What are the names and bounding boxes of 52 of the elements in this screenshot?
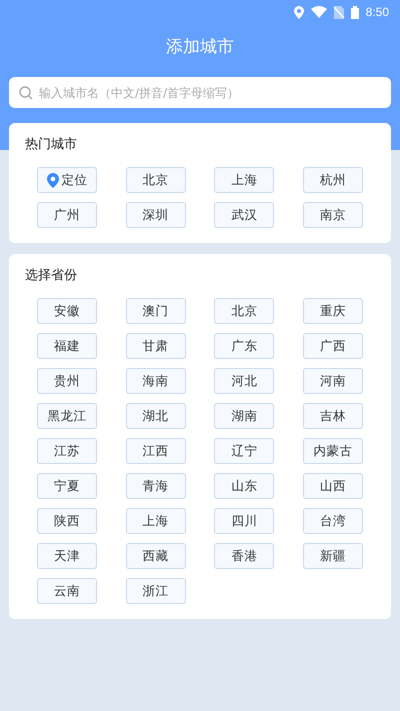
province-button[interactable]: 云南 (37, 578, 97, 604)
location-pin-icon (46, 172, 58, 188)
city-button[interactable]: 武汉 (214, 202, 274, 228)
province-button[interactable]: 北京 (214, 298, 274, 324)
province-button[interactable]: 新疆 (302, 543, 363, 569)
province-button[interactable]: 辽宁 (214, 438, 274, 464)
province-button[interactable]: 广东 (214, 333, 274, 359)
province-button[interactable]: 青海 (126, 473, 186, 499)
province-button[interactable]: 山西 (302, 473, 363, 499)
city-button[interactable]: 北京 (126, 167, 186, 193)
province-button[interactable]: 内蒙古 (302, 438, 363, 464)
page-title: 添加城市 (165, 36, 235, 59)
city-button[interactable]: 上海 (214, 167, 274, 193)
province-button[interactable]: 湖南 (214, 403, 274, 429)
city-button[interactable]: 南京 (302, 202, 363, 228)
province-button[interactable]: 西藏 (126, 543, 186, 569)
province-button[interactable]: 江西 (126, 438, 186, 464)
city-button[interactable]: 深圳 (126, 202, 186, 228)
province-button[interactable]: 四川 (214, 508, 274, 534)
province-button[interactable]: 安徽 (37, 298, 97, 324)
province-button[interactable]: 宁夏 (37, 473, 97, 499)
province-button[interactable]: 河南 (302, 368, 363, 394)
search-field[interactable]: 输入城市名（中文/拼音/首字母缩写） (9, 77, 391, 108)
province-button[interactable]: 福建 (37, 333, 97, 359)
section-heading: 选择省份 (25, 267, 78, 284)
location-icon (294, 6, 304, 18)
province-button[interactable]: 重庆 (302, 298, 363, 324)
city-button[interactable]: 广州 (37, 202, 97, 228)
province-button[interactable]: 甘肃 (126, 333, 186, 359)
province-button[interactable]: 台湾 (302, 508, 363, 534)
section-heading: 热门城市 (25, 136, 78, 153)
province-button[interactable]: 山东 (214, 473, 274, 499)
province-button[interactable]: 澳门 (126, 298, 186, 324)
province-button[interactable]: 天津 (37, 543, 97, 569)
province-button[interactable]: 湖北 (126, 403, 186, 429)
province-button[interactable]: 浙江 (126, 578, 186, 604)
province-button[interactable]: 黑龙江 (37, 403, 97, 429)
province-button[interactable]: 江苏 (37, 438, 97, 464)
province-button[interactable]: 广西 (302, 333, 363, 359)
province-button[interactable]: 陕西 (37, 508, 97, 534)
wifi-icon (310, 6, 327, 18)
city-button[interactable]: 定位 (37, 167, 97, 193)
province-button[interactable]: 吉林 (302, 403, 363, 429)
no-sim-icon (334, 6, 344, 18)
province-button[interactable]: 贵州 (37, 368, 97, 394)
city-button[interactable]: 杭州 (302, 167, 363, 193)
province-button[interactable]: 香港 (214, 543, 274, 569)
battery-icon (350, 6, 359, 18)
status-time: 8:50 (366, 5, 389, 19)
province-button[interactable]: 上海 (126, 508, 186, 534)
province-button[interactable]: 河北 (214, 368, 274, 394)
province-button[interactable]: 海南 (126, 368, 186, 394)
